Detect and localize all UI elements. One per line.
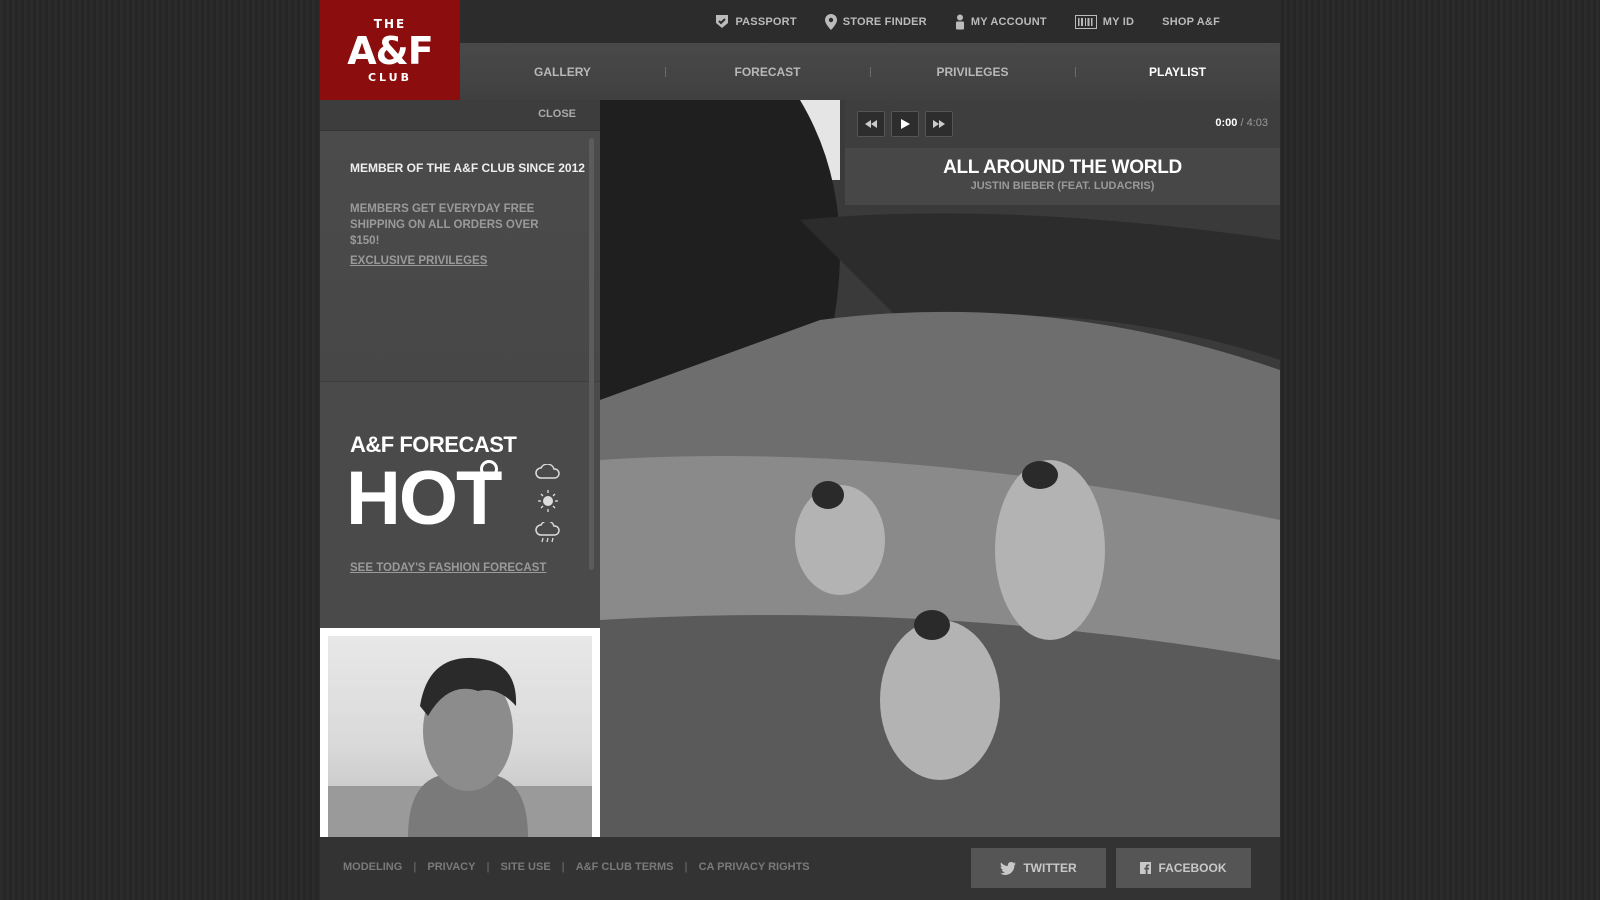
cloud-icon bbox=[535, 464, 560, 479]
facebook-label: FACEBOOK bbox=[1158, 861, 1227, 875]
close-button[interactable]: CLOSE bbox=[538, 108, 576, 120]
store-finder-link[interactable]: STORE FINDER bbox=[824, 13, 927, 30]
sidebar-close-bar: CLOSE bbox=[320, 100, 600, 131]
player-controls bbox=[857, 111, 953, 137]
playback-time: 0:00 / 4:03 bbox=[1215, 117, 1268, 129]
portrait-illustration bbox=[328, 657, 592, 837]
rewind-button[interactable] bbox=[857, 111, 885, 137]
track-title: ALL AROUND THE WORLD bbox=[943, 157, 1182, 178]
rewind-icon bbox=[865, 120, 877, 128]
forecast-panel: A&F FORECAST HOT SEE TODAY'S FASHION FOR… bbox=[320, 382, 600, 626]
fashion-forecast-link[interactable]: SEE TODAY'S FASHION FORECAST bbox=[350, 562, 546, 574]
footer-link-ca-privacy[interactable]: CA PRIVACY RIGHTS bbox=[699, 861, 810, 873]
footer-separator: | bbox=[486, 861, 490, 873]
river-illustration bbox=[600, 100, 1280, 837]
footer-separator: | bbox=[413, 861, 417, 873]
portrait-photo bbox=[328, 636, 592, 837]
facebook-icon bbox=[1140, 862, 1152, 874]
twitter-button[interactable]: TWITTER bbox=[971, 848, 1106, 888]
tab-privileges[interactable]: PRIVILEGES bbox=[870, 65, 1075, 79]
weather-icons bbox=[535, 464, 561, 544]
store-finder-label: STORE FINDER bbox=[842, 15, 927, 28]
sun-icon bbox=[538, 490, 558, 512]
member-since-text: MEMBER OF THE A&F CLUB SINCE 2012 bbox=[350, 161, 585, 175]
portrait-frame bbox=[320, 628, 600, 837]
my-account-label: MY ACCOUNT bbox=[970, 15, 1047, 28]
my-id-label: MY ID bbox=[1102, 15, 1135, 28]
shop-af-link[interactable]: SHOP A&F bbox=[1162, 16, 1220, 28]
logo-brand: A&F bbox=[347, 28, 434, 73]
exclusive-privileges-link[interactable]: EXCLUSIVE PRIVILEGES bbox=[350, 255, 487, 267]
twitter-icon bbox=[1000, 861, 1017, 875]
tab-playlist[interactable]: PLAYLIST bbox=[1075, 65, 1280, 79]
af-club-logo[interactable]: THE A&F CLUB bbox=[320, 0, 460, 100]
utility-nav: PASSPORT STORE FINDER MY ACCOUNT MY ID S… bbox=[715, 0, 1220, 43]
barcode-icon bbox=[1074, 14, 1097, 29]
person-icon bbox=[955, 14, 964, 29]
footer-separator: | bbox=[684, 861, 688, 873]
shop-af-label: SHOP A&F bbox=[1162, 15, 1220, 28]
river-photo bbox=[600, 100, 1280, 837]
sidebar-scrollbar[interactable] bbox=[589, 138, 594, 570]
member-sidebar: CLOSE MEMBER OF THE A&F CLUB SINCE 2012 … bbox=[320, 100, 600, 837]
track-artist: JUSTIN BIEBER (FEAT. LUDACRIS) bbox=[970, 180, 1155, 192]
membership-panel: MEMBER OF THE A&F CLUB SINCE 2012 MEMBER… bbox=[320, 131, 600, 382]
footer-link-site-use[interactable]: SITE USE bbox=[501, 861, 551, 873]
passport-link[interactable]: PASSPORT bbox=[715, 14, 797, 29]
rain-cloud-icon bbox=[535, 522, 560, 543]
current-time: 0:00 bbox=[1215, 117, 1238, 129]
fast-forward-button[interactable] bbox=[925, 111, 953, 137]
facebook-button[interactable]: FACEBOOK bbox=[1116, 848, 1251, 888]
total-time: 4:03 bbox=[1246, 117, 1268, 129]
play-icon bbox=[900, 119, 910, 129]
fast-forward-icon bbox=[933, 120, 945, 128]
play-button[interactable] bbox=[891, 111, 919, 137]
music-player: 0:00 / 4:03 ALL AROUND THE WORLD JUSTIN … bbox=[845, 100, 1280, 205]
shipping-note: MEMBERS GET EVERYDAY FREE SHIPPING ON AL… bbox=[350, 203, 539, 247]
footer-link-club-terms[interactable]: A&F CLUB TERMS bbox=[576, 861, 674, 873]
check-shield-icon bbox=[716, 15, 729, 28]
page-container: PASSPORT STORE FINDER MY ACCOUNT MY ID S… bbox=[320, 0, 1280, 900]
footer-link-modeling[interactable]: MODELING bbox=[343, 861, 402, 873]
tab-gallery[interactable]: GALLERY bbox=[460, 65, 665, 79]
footer-links: MODELING | PRIVACY | SITE USE | A&F CLUB… bbox=[343, 861, 810, 873]
my-id-link[interactable]: MY ID bbox=[1074, 14, 1135, 29]
my-account-link[interactable]: MY ACCOUNT bbox=[955, 14, 1047, 30]
degree-symbol bbox=[480, 460, 498, 478]
forecast-value: HOT bbox=[346, 456, 502, 541]
now-playing: ALL AROUND THE WORLD JUSTIN BIEBER (FEAT… bbox=[845, 148, 1280, 205]
passport-label: PASSPORT bbox=[735, 15, 797, 28]
footer-link-privacy[interactable]: PRIVACY bbox=[427, 861, 475, 873]
top-bar: PASSPORT STORE FINDER MY ACCOUNT MY ID S… bbox=[320, 0, 1280, 43]
footer: MODELING | PRIVACY | SITE USE | A&F CLUB… bbox=[320, 837, 1280, 900]
time-separator: / bbox=[1237, 117, 1247, 129]
footer-separator: | bbox=[561, 861, 565, 873]
main-nav: GALLERY FORECAST PRIVILEGES PLAYLIST bbox=[460, 43, 1280, 100]
twitter-label: TWITTER bbox=[1023, 861, 1077, 875]
tab-forecast[interactable]: FORECAST bbox=[665, 65, 870, 79]
map-pin-icon bbox=[824, 13, 837, 30]
logo-club: CLUB bbox=[367, 70, 412, 84]
